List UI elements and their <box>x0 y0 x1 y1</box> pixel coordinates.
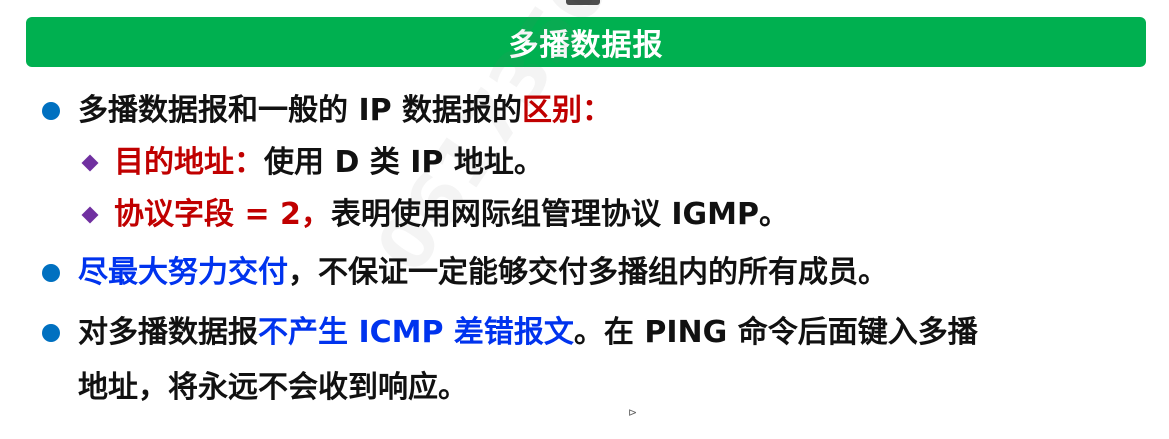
bullet-3-highlight: 不产生 ICMP 差错报文 <box>258 315 574 350</box>
sub-bullet-2-text: 表明使用网际组管理协议 IGMP。 <box>330 197 789 232</box>
bullet-1: 多播数据报和一般的 IP 数据报的区别： <box>78 91 612 131</box>
bullet-dot-icon <box>42 324 60 342</box>
bullet-3-text-b: 。在 PING 命令后面键入多播 <box>573 315 978 350</box>
bullet-1-colon: ： <box>582 93 613 128</box>
bullet-3-text-a: 对多播数据报 <box>78 315 258 350</box>
sub-bullet-1: 目的地址：使用 D 类 IP 地址。 <box>114 143 544 183</box>
bullet-2: 尽最大努力交付，不保证一定能够交付多播组内的所有成员。 <box>78 253 888 293</box>
bullet-1-text: 多播数据报和一般的 IP 数据报的 <box>78 93 523 128</box>
top-handle <box>566 0 600 5</box>
bullet-3: 对多播数据报不产生 ICMP 差错报文。在 PING 命令后面键入多播 <box>78 313 978 353</box>
sub-bullet-1-text: 使用 D 类 IP 地址。 <box>264 145 544 180</box>
bullet-2-text: ，不保证一定能够交付多播组内的所有成员。 <box>288 255 888 290</box>
bullet-dot-icon <box>42 264 60 282</box>
diamond-bullet-icon <box>81 206 99 224</box>
slide: 多播数据报 0617350643 多播数据报和一般的 IP 数据报的区别： 目的… <box>0 0 1169 439</box>
bullet-3-continuation: 地址，将永远不会收到响应。 <box>78 368 468 408</box>
sub-bullet-2: 协议字段 = 2，表明使用网际组管理协议 IGMP。 <box>114 195 789 235</box>
slide-title: 多播数据报 <box>508 28 664 63</box>
cursor-icon: ⊳ <box>628 406 638 419</box>
bullet-3-text-c: 地址，将永远不会收到响应。 <box>78 370 468 405</box>
bullet-1-highlight: 区别 <box>522 93 583 128</box>
title-bar: 多播数据报 <box>26 17 1146 67</box>
sub-bullet-1-label: 目的地址： <box>114 145 264 180</box>
bullet-dot-icon <box>42 102 60 120</box>
sub-bullet-2-label: 协议字段 = 2， <box>114 197 331 232</box>
bullet-2-highlight: 尽最大努力交付 <box>78 255 288 290</box>
diamond-bullet-icon <box>81 154 99 172</box>
